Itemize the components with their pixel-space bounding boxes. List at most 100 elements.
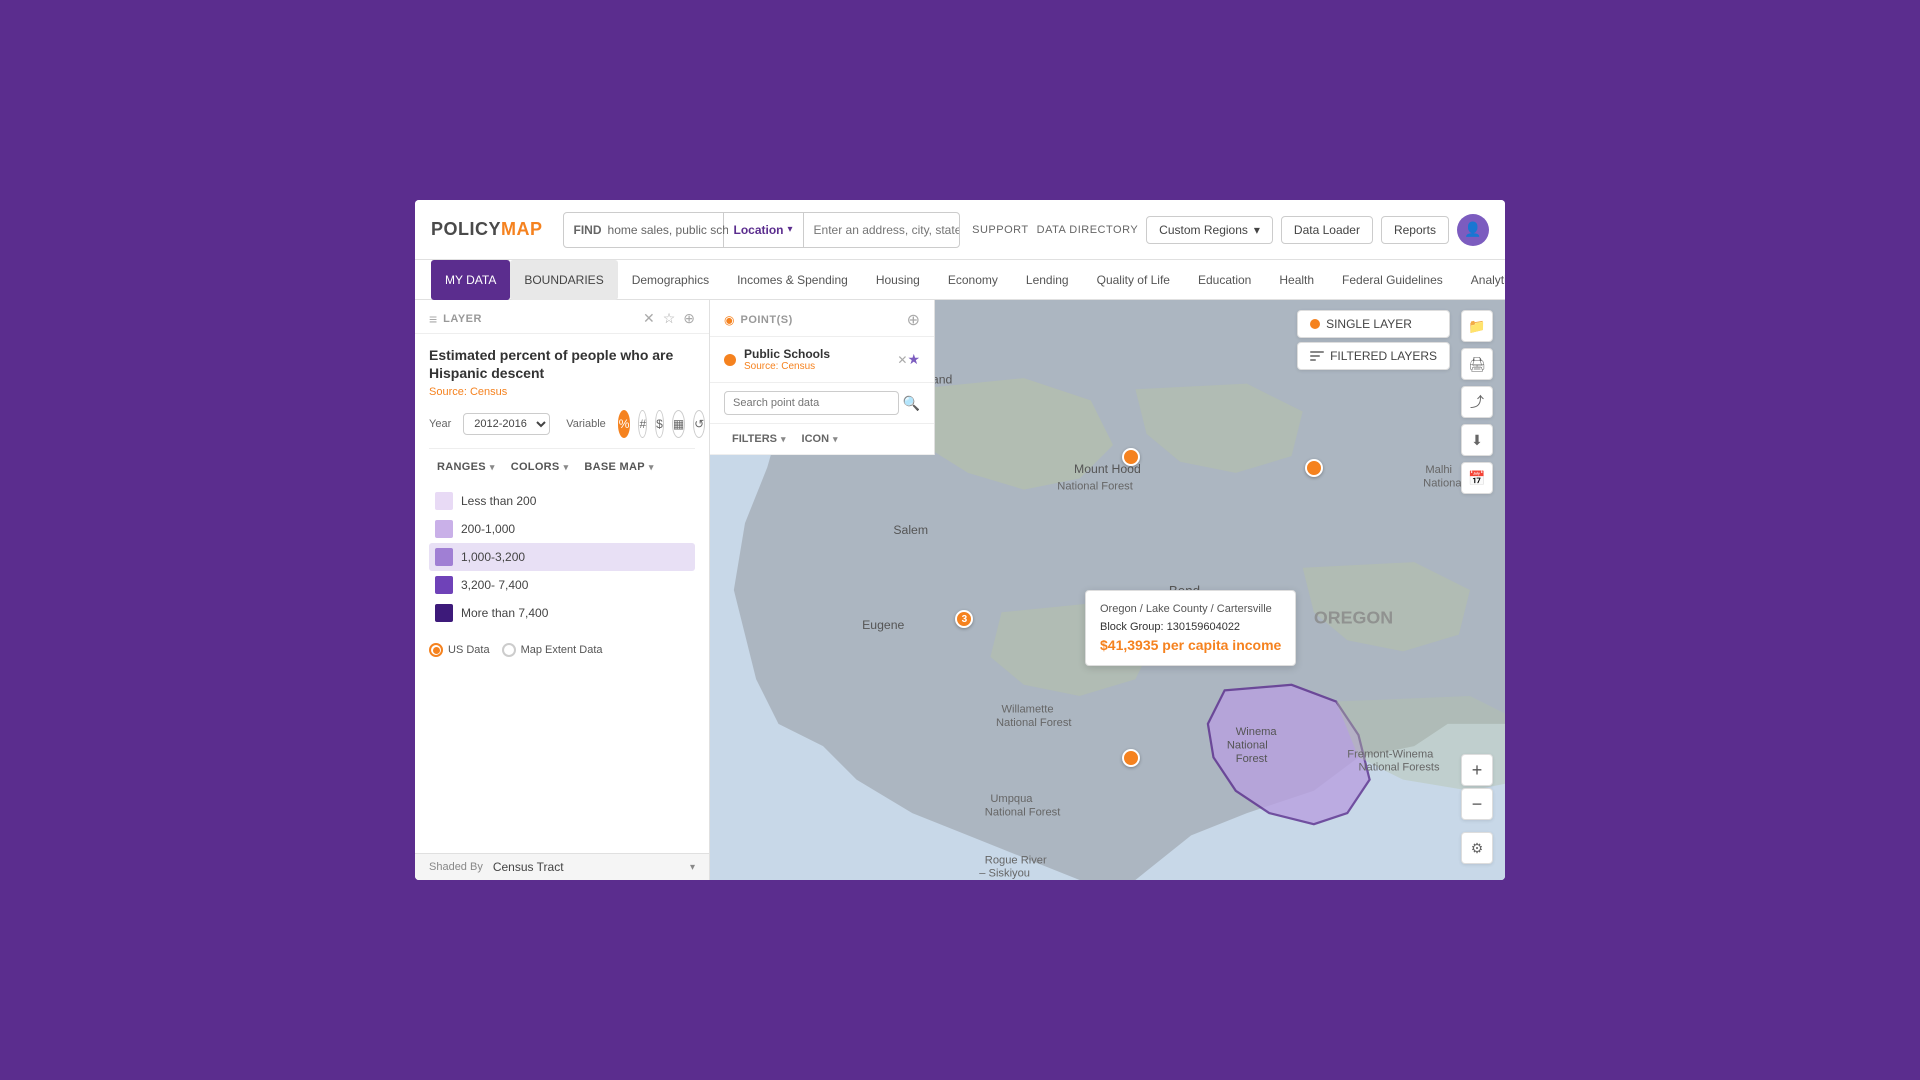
nav-analytics[interactable]: Analytics (1457, 260, 1505, 300)
nav-federal-guidelines[interactable]: Federal Guidelines (1328, 260, 1457, 300)
reports-button[interactable]: Reports (1381, 216, 1449, 244)
var-chart-button[interactable]: ▦ (672, 410, 685, 438)
filtered-layers-button[interactable]: FILTERED LAYERS (1297, 342, 1450, 370)
nav-quality-of-life[interactable]: Quality of Life (1083, 260, 1184, 300)
svg-text:National Forest: National Forest (1057, 481, 1133, 493)
nav-my-data[interactable]: MY DATA (431, 260, 510, 300)
base-map-label: BASE MAP (584, 461, 644, 473)
svg-text:Winema: Winema (1236, 726, 1278, 738)
layer-actions: ✕ ☆ ⊕ (643, 310, 695, 327)
icon-button[interactable]: ICON ▾ (794, 430, 846, 448)
tooltip-location: Oregon / Lake County / Cartersville (1100, 603, 1281, 615)
school-source[interactable]: Source: Census (744, 361, 897, 372)
shaded-by-value[interactable]: Census Tract (493, 860, 680, 874)
school-dot-icon (724, 354, 736, 366)
data-loader-button[interactable]: Data Loader (1281, 216, 1373, 244)
zoom-in-button[interactable]: + (1461, 754, 1493, 786)
user-avatar[interactable]: 👤 (1457, 214, 1489, 246)
shaded-by-label: Shaded By (429, 861, 483, 873)
layer-icon: ≡ (429, 311, 437, 327)
layer-header: ≡ LAYER ✕ ☆ ⊕ (415, 300, 709, 334)
svg-text:Fremont-Winema: Fremont-Winema (1347, 748, 1434, 760)
tooltip-block-group: Block Group: 130159604022 (1100, 621, 1281, 633)
layer-name: Estimated percent of people who are Hisp… (429, 346, 695, 382)
school-name: Public Schools (744, 347, 897, 361)
single-layer-button[interactable]: SINGLE LAYER (1297, 310, 1450, 338)
print-tool-button[interactable]: 🖨 (1461, 348, 1493, 380)
logo[interactable]: POLICYMAP (431, 219, 543, 240)
custom-regions-button[interactable]: Custom Regions ▾ (1146, 216, 1273, 244)
colors-label: COLORS (511, 461, 560, 473)
ranges-button[interactable]: RANGES ▾ (429, 457, 503, 477)
nav-incomes-spending[interactable]: Incomes & Spending (723, 260, 862, 300)
range-item-highlighted[interactable]: 1,000-3,200 (429, 543, 695, 571)
range-swatch (435, 520, 453, 538)
map-point-2[interactable] (1305, 459, 1323, 477)
layer-favorite-button[interactable]: ☆ (663, 310, 676, 327)
svg-text:Umpqua: Umpqua (990, 793, 1033, 805)
calendar-tool-button[interactable]: 📅 (1461, 462, 1493, 494)
svg-text:National Forest: National Forest (996, 717, 1072, 729)
left-panel: ≡ LAYER ✕ ☆ ⊕ Estimated percent of peopl… (415, 300, 710, 880)
map-point-1[interactable] (1122, 448, 1140, 466)
layer-toggles: SINGLE LAYER FILTERED LAYERS (1297, 310, 1450, 370)
search-point-button[interactable]: 🔍 (903, 395, 920, 412)
var-number-button[interactable]: # (638, 410, 647, 438)
download-tool-button[interactable]: ⬇ (1461, 424, 1493, 456)
us-data-option[interactable]: US Data (429, 643, 490, 657)
layer-move-icon[interactable]: ⊕ (683, 310, 695, 327)
layer-source[interactable]: Source: Census (429, 386, 695, 398)
map-extent-label: Map Extent Data (521, 644, 603, 656)
nav-education[interactable]: Education (1184, 260, 1265, 300)
base-map-button[interactable]: BASE MAP ▾ (576, 457, 661, 477)
logo-policy: POLICY (431, 219, 501, 240)
range-label: 200-1,000 (461, 522, 515, 536)
folder-tool-button[interactable]: 📁 (1461, 310, 1493, 342)
nav-economy[interactable]: Economy (934, 260, 1012, 300)
shaded-by-caret-icon[interactable]: ▾ (690, 862, 695, 873)
year-select[interactable]: 2012-2016 (463, 413, 550, 435)
address-input[interactable] (804, 223, 961, 237)
range-item[interactable]: 200-1,000 (429, 515, 695, 543)
nav-lending[interactable]: Lending (1012, 260, 1083, 300)
nav-housing[interactable]: Housing (862, 260, 934, 300)
range-item[interactable]: More than 7,400 (429, 599, 695, 627)
range-label: 3,200- 7,400 (461, 578, 528, 592)
school-close-button[interactable]: ✕ (897, 353, 907, 367)
support-link[interactable]: SUPPORT (972, 224, 1028, 236)
colors-button[interactable]: COLORS ▾ (503, 457, 577, 477)
svg-text:National: National (1423, 477, 1464, 489)
svg-text:Rogue River: Rogue River (985, 854, 1047, 866)
nav-health[interactable]: Health (1265, 260, 1328, 300)
var-refresh-button[interactable]: ↺ (693, 410, 705, 438)
search-area: Find Location ▾ 🔍 (563, 212, 961, 248)
map-point-3[interactable]: 3 (955, 610, 973, 628)
filters-button[interactable]: FILTERS ▾ (724, 430, 794, 448)
nav-demographics[interactable]: Demographics (618, 260, 723, 300)
find-input[interactable] (608, 223, 728, 237)
points-add-button[interactable]: ⊕ (907, 310, 920, 330)
layer-close-button[interactable]: ✕ (643, 310, 655, 327)
search-point-input[interactable] (724, 391, 899, 415)
filters-label: FILTERS (732, 433, 777, 445)
map-settings-button[interactable]: ⚙ (1461, 832, 1493, 864)
map-point-4[interactable] (1122, 749, 1140, 767)
main-content: ≡ LAYER ✕ ☆ ⊕ Estimated percent of peopl… (415, 300, 1505, 880)
zoom-controls: + − (1461, 754, 1493, 820)
shaded-by-row: Shaded By Census Tract ▾ (415, 853, 709, 880)
zoom-out-button[interactable]: − (1461, 788, 1493, 820)
range-item[interactable]: 3,200- 7,400 (429, 571, 695, 599)
range-swatch (435, 576, 453, 594)
location-section[interactable]: Location ▾ (724, 213, 804, 247)
range-item[interactable]: Less than 200 (429, 487, 695, 515)
svg-text:National: National (1227, 739, 1268, 751)
var-percent-button[interactable]: % (618, 410, 631, 438)
var-dollar-button[interactable]: $ (655, 410, 664, 438)
map-extent-option[interactable]: Map Extent Data (502, 643, 603, 657)
nav-boundaries[interactable]: BOUNDARIES (510, 260, 617, 300)
school-star-button[interactable]: ★ (907, 351, 920, 368)
map-tooltip: Oregon / Lake County / Cartersville Bloc… (1085, 590, 1296, 666)
share-tool-button[interactable]: ⤴ (1461, 386, 1493, 418)
data-directory-link[interactable]: DATA DIRECTORY (1037, 224, 1139, 236)
filters-caret-icon: ▾ (781, 434, 786, 445)
